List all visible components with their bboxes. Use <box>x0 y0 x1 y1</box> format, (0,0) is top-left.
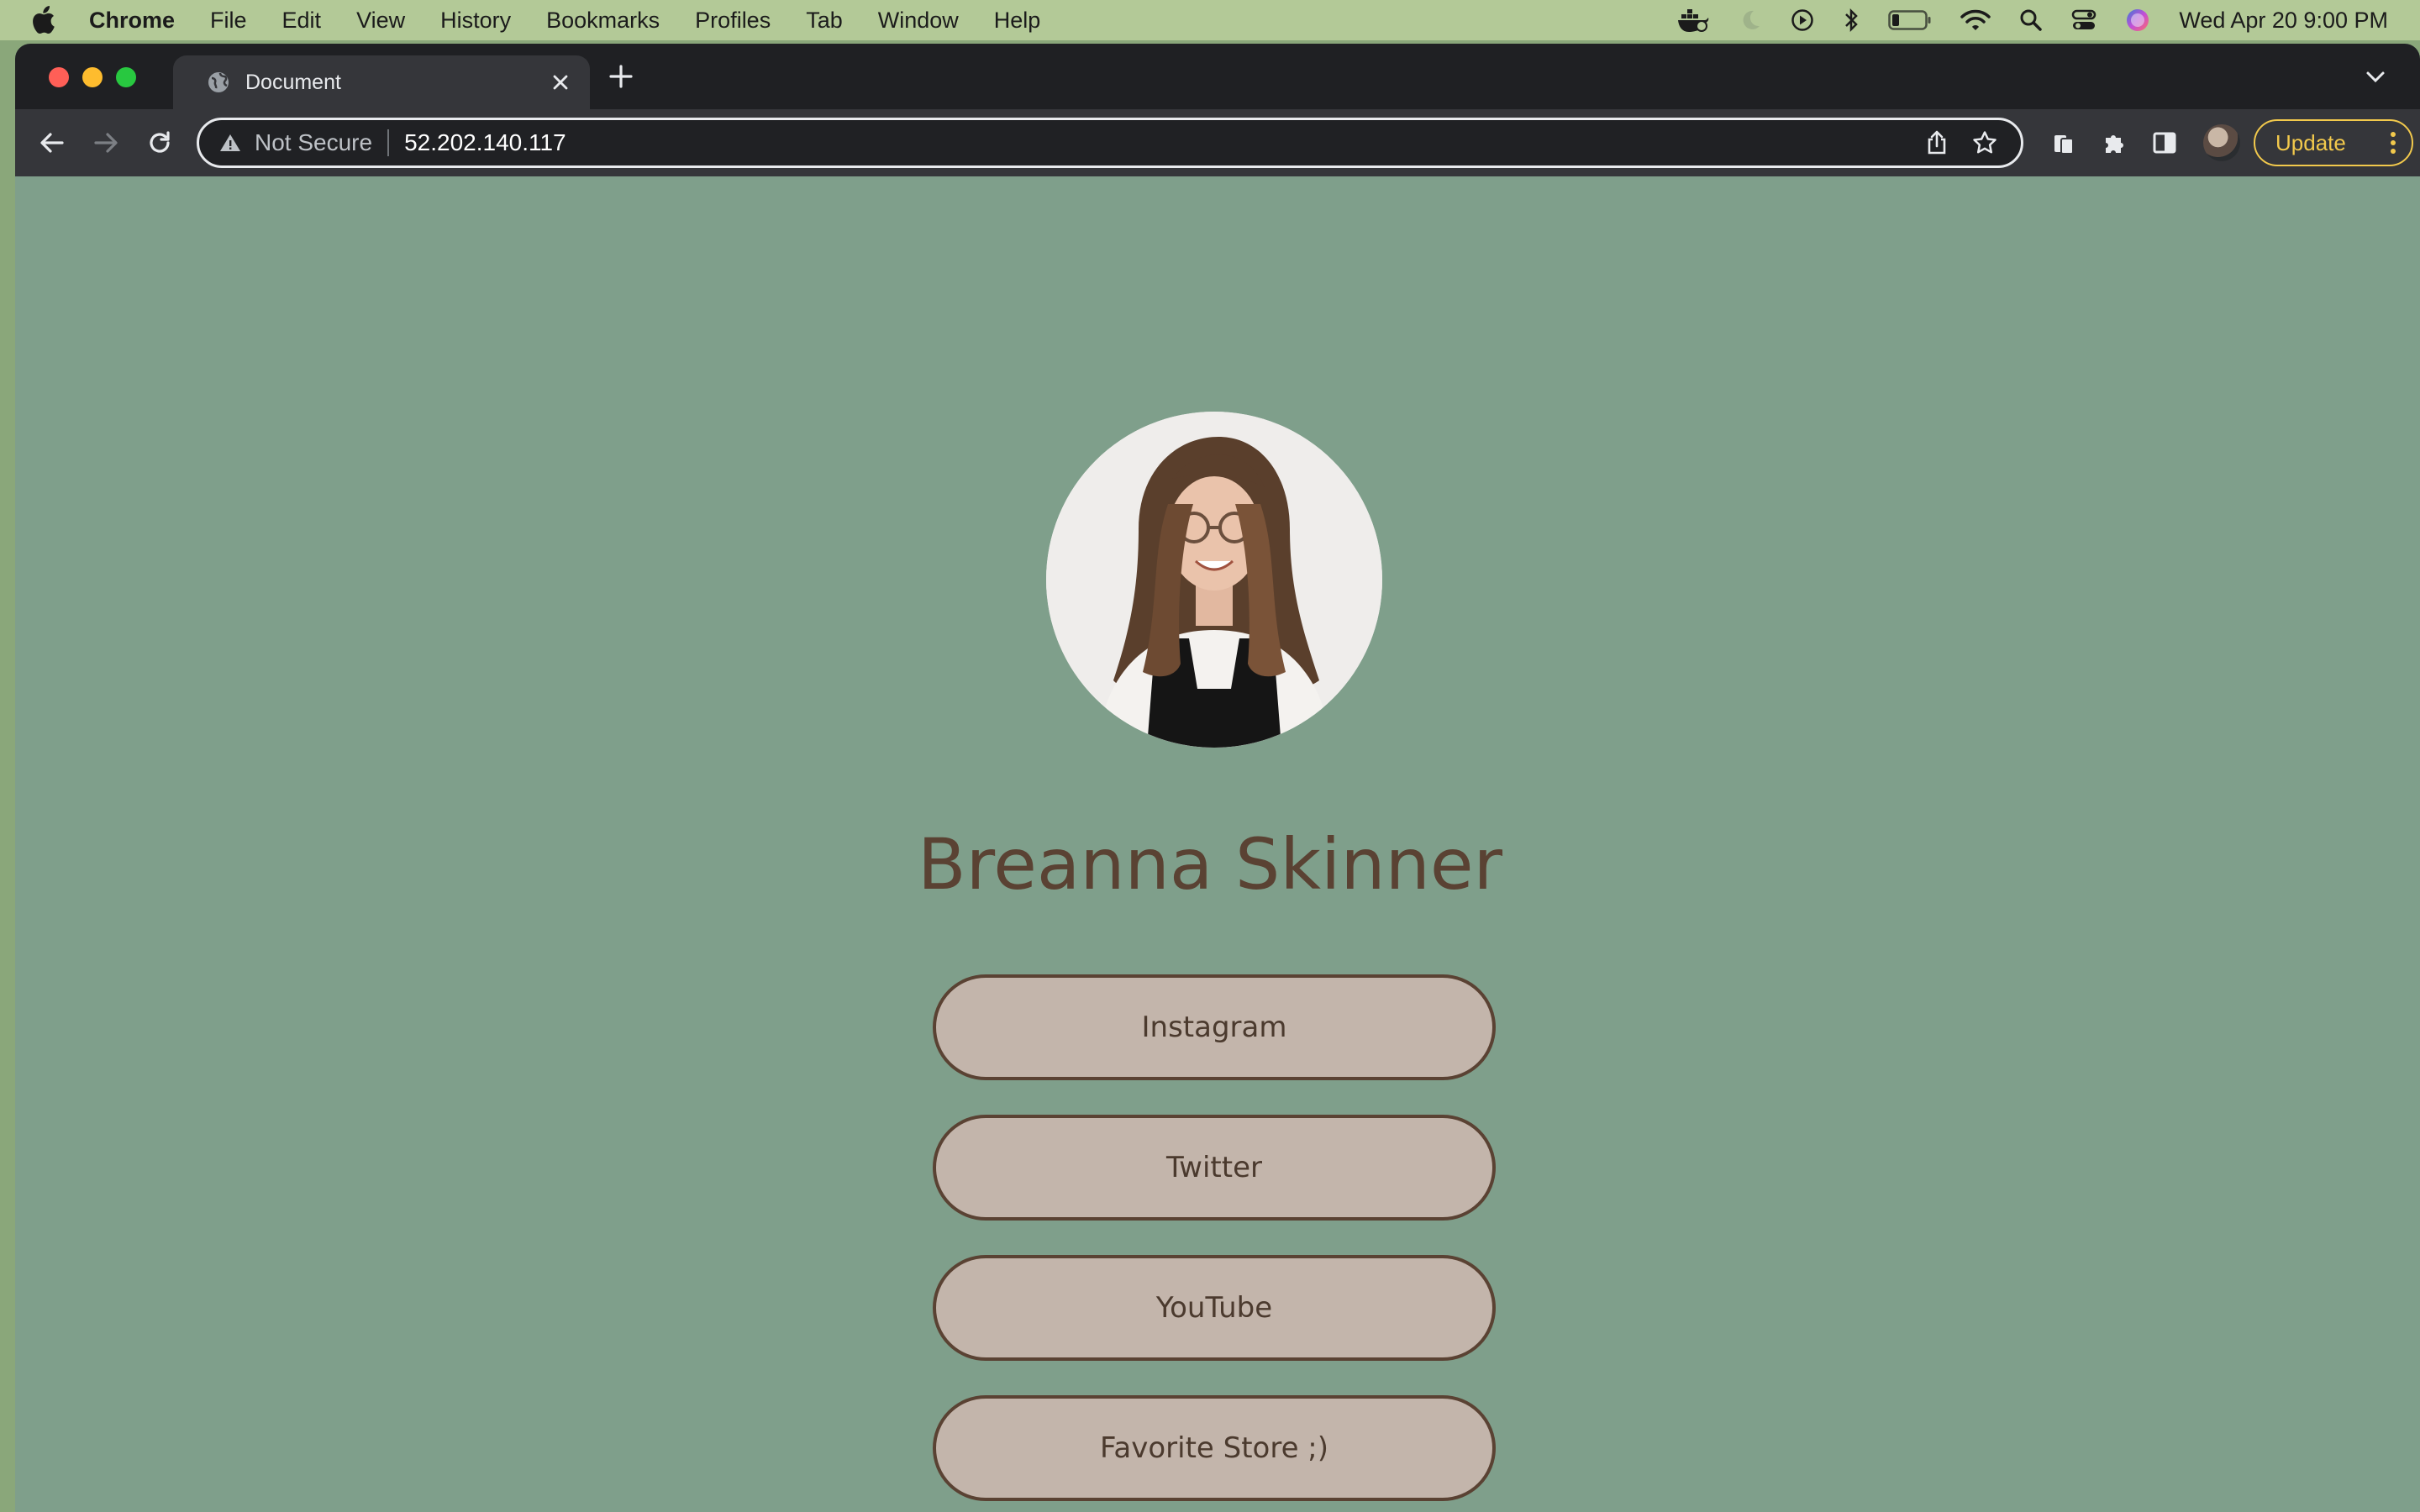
security-status-label[interactable]: Not Secure <box>255 129 372 156</box>
chevron-down-icon[interactable] <box>2365 66 2386 87</box>
menu-history[interactable]: History <box>440 8 511 34</box>
web-page-content: Breanna Skinner Instagram Twitter YouTub… <box>15 176 2420 1512</box>
profile-photo <box>1046 412 1382 748</box>
menu-app-chrome[interactable]: Chrome <box>89 8 175 34</box>
bluetooth-icon[interactable] <box>1843 8 1860 33</box>
url-text[interactable]: 52.202.140.117 <box>404 129 566 156</box>
tab-title: Document <box>245 70 341 94</box>
omnibox-actions <box>1925 130 2021 155</box>
youtube-link-button[interactable]: YouTube <box>933 1255 1496 1361</box>
twitter-link-button[interactable]: Twitter <box>933 1115 1496 1221</box>
menubar-clock[interactable]: Wed Apr 20 9:00 PM <box>2179 8 2388 34</box>
menu-help[interactable]: Help <box>994 8 1041 34</box>
window-zoom-button[interactable] <box>116 67 136 87</box>
side-panel-icon[interactable] <box>2148 126 2181 160</box>
profile-avatar[interactable] <box>2203 124 2240 161</box>
browser-toolbar: Not Secure 52.202.140.117 Update <box>15 109 2420 176</box>
bookmark-star-icon[interactable] <box>1972 130 1997 155</box>
status-area: Wed Apr 20 9:00 PM <box>1676 8 2420 34</box>
play-circle-icon[interactable] <box>1791 8 1814 32</box>
globe-icon <box>207 71 230 94</box>
update-button-label: Update <box>2275 129 2346 155</box>
close-icon[interactable] <box>551 73 570 92</box>
macos-menu-bar: Chrome File Edit View History Bookmarks … <box>0 0 2420 40</box>
favorite-store-link-button[interactable]: Favorite Store ;) <box>933 1395 1496 1501</box>
reload-icon[interactable] <box>143 126 176 160</box>
spotlight-search-icon[interactable] <box>2019 8 2043 32</box>
share-icon[interactable] <box>1925 130 1949 155</box>
window-close-button[interactable] <box>49 67 69 87</box>
tab-strip: Document <box>15 44 2420 109</box>
profile-name: Breanna Skinner <box>917 823 1503 906</box>
menu-bookmarks[interactable]: Bookmarks <box>546 8 660 34</box>
extensions-puzzle-icon[interactable] <box>2097 126 2131 160</box>
window-minimize-button[interactable] <box>82 67 103 87</box>
warning-triangle-icon[interactable] <box>219 133 241 153</box>
apple-logo-icon[interactable] <box>30 6 64 34</box>
menu-edit[interactable]: Edit <box>282 8 322 34</box>
control-center-icon[interactable] <box>2071 8 2096 32</box>
menu-window[interactable]: Window <box>878 8 959 34</box>
update-button[interactable]: Update <box>2254 119 2413 166</box>
back-arrow-icon[interactable] <box>35 126 69 160</box>
siri-icon[interactable] <box>2125 8 2150 33</box>
tab-document[interactable]: Document <box>173 55 590 109</box>
menu-view[interactable]: View <box>356 8 405 34</box>
wifi-icon[interactable] <box>1960 8 1991 32</box>
menu-profiles[interactable]: Profiles <box>695 8 771 34</box>
new-tab-plus-icon[interactable] <box>608 64 634 89</box>
menu-file[interactable]: File <box>210 8 247 34</box>
forward-arrow-icon[interactable] <box>89 126 123 160</box>
moon-icon[interactable] <box>1739 8 1762 32</box>
browser-window: Document Not Secure 52.202.140.117 Updat… <box>15 44 2420 1512</box>
docker-whale-icon[interactable] <box>1676 8 1710 33</box>
battery-icon[interactable] <box>1888 9 1932 31</box>
menu-tab[interactable]: Tab <box>806 8 843 34</box>
address-bar[interactable]: Not Secure 52.202.140.117 <box>197 118 2023 168</box>
clipboard-extension-icon[interactable] <box>2047 126 2081 160</box>
omnibox-divider <box>387 129 390 156</box>
instagram-link-button[interactable]: Instagram <box>933 974 1496 1080</box>
more-vertical-icon[interactable] <box>2390 130 2396 155</box>
